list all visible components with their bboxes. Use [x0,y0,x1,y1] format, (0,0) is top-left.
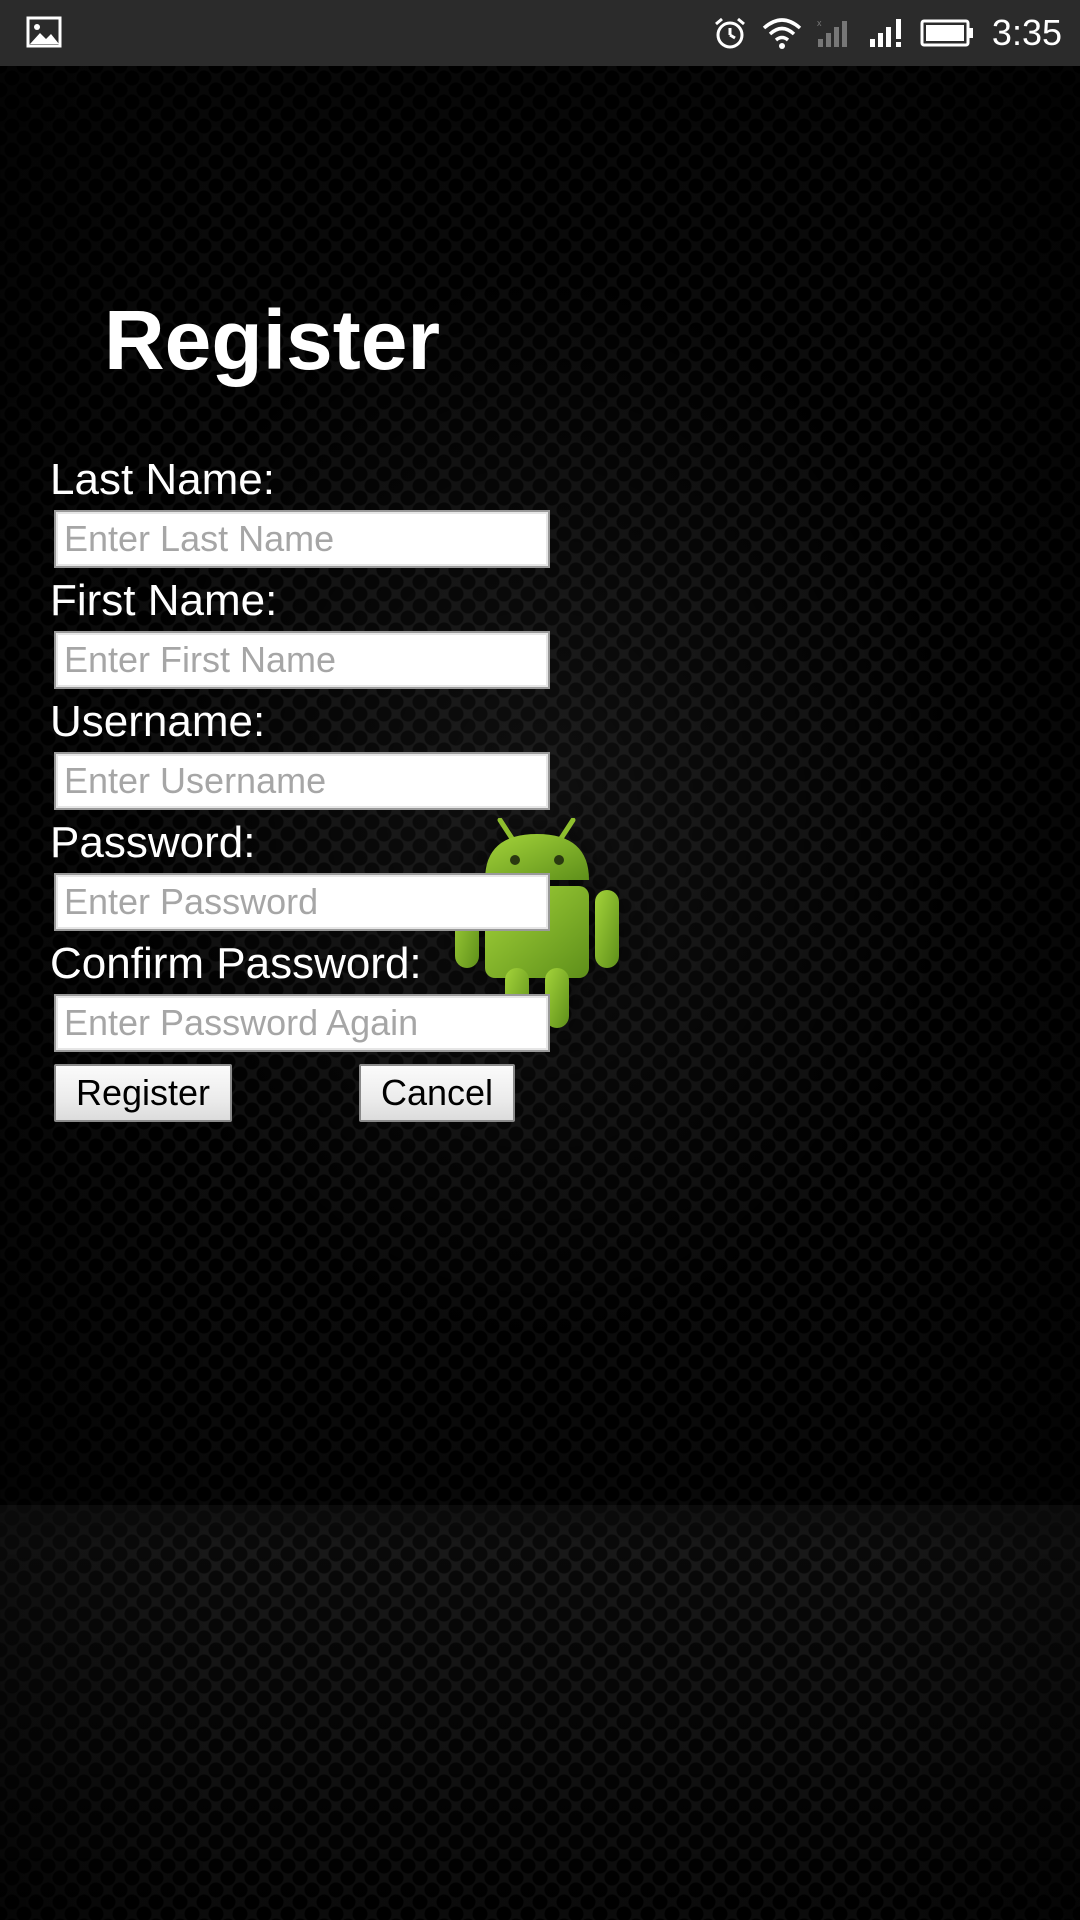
cancel-button[interactable]: Cancel [359,1064,515,1122]
status-time: 3:35 [991,12,1062,53]
last-name-label: Last Name: [50,455,275,504]
register-button[interactable]: Register [54,1064,232,1122]
page-title: Register [104,293,441,387]
confirm-password-input[interactable] [54,994,550,1052]
signal-sim2-icon [869,19,901,47]
username-input[interactable] [54,752,550,810]
last-name-input[interactable] [54,510,550,568]
first-name-label: First Name: [50,576,278,625]
username-label: Username: [50,697,266,746]
signal-sim1-icon: x [817,18,847,47]
confirm-password-label: Confirm Password: [50,939,422,988]
register-screen: x 3:35 Register Last Name: Enter Last Na… [0,0,1080,1920]
wifi-icon [762,18,802,49]
password-label: Password: [50,818,256,867]
alarm-icon [714,17,745,49]
image-notification-icon [26,16,62,48]
first-name-input[interactable] [54,631,550,689]
battery-icon [920,19,973,47]
background-lower-panel [0,1505,1080,1920]
password-input[interactable] [54,873,550,931]
status-bar: x 3:35 [0,0,1080,66]
status-icons: x 3:35 [712,0,1062,66]
svg-text:x: x [817,18,822,28]
